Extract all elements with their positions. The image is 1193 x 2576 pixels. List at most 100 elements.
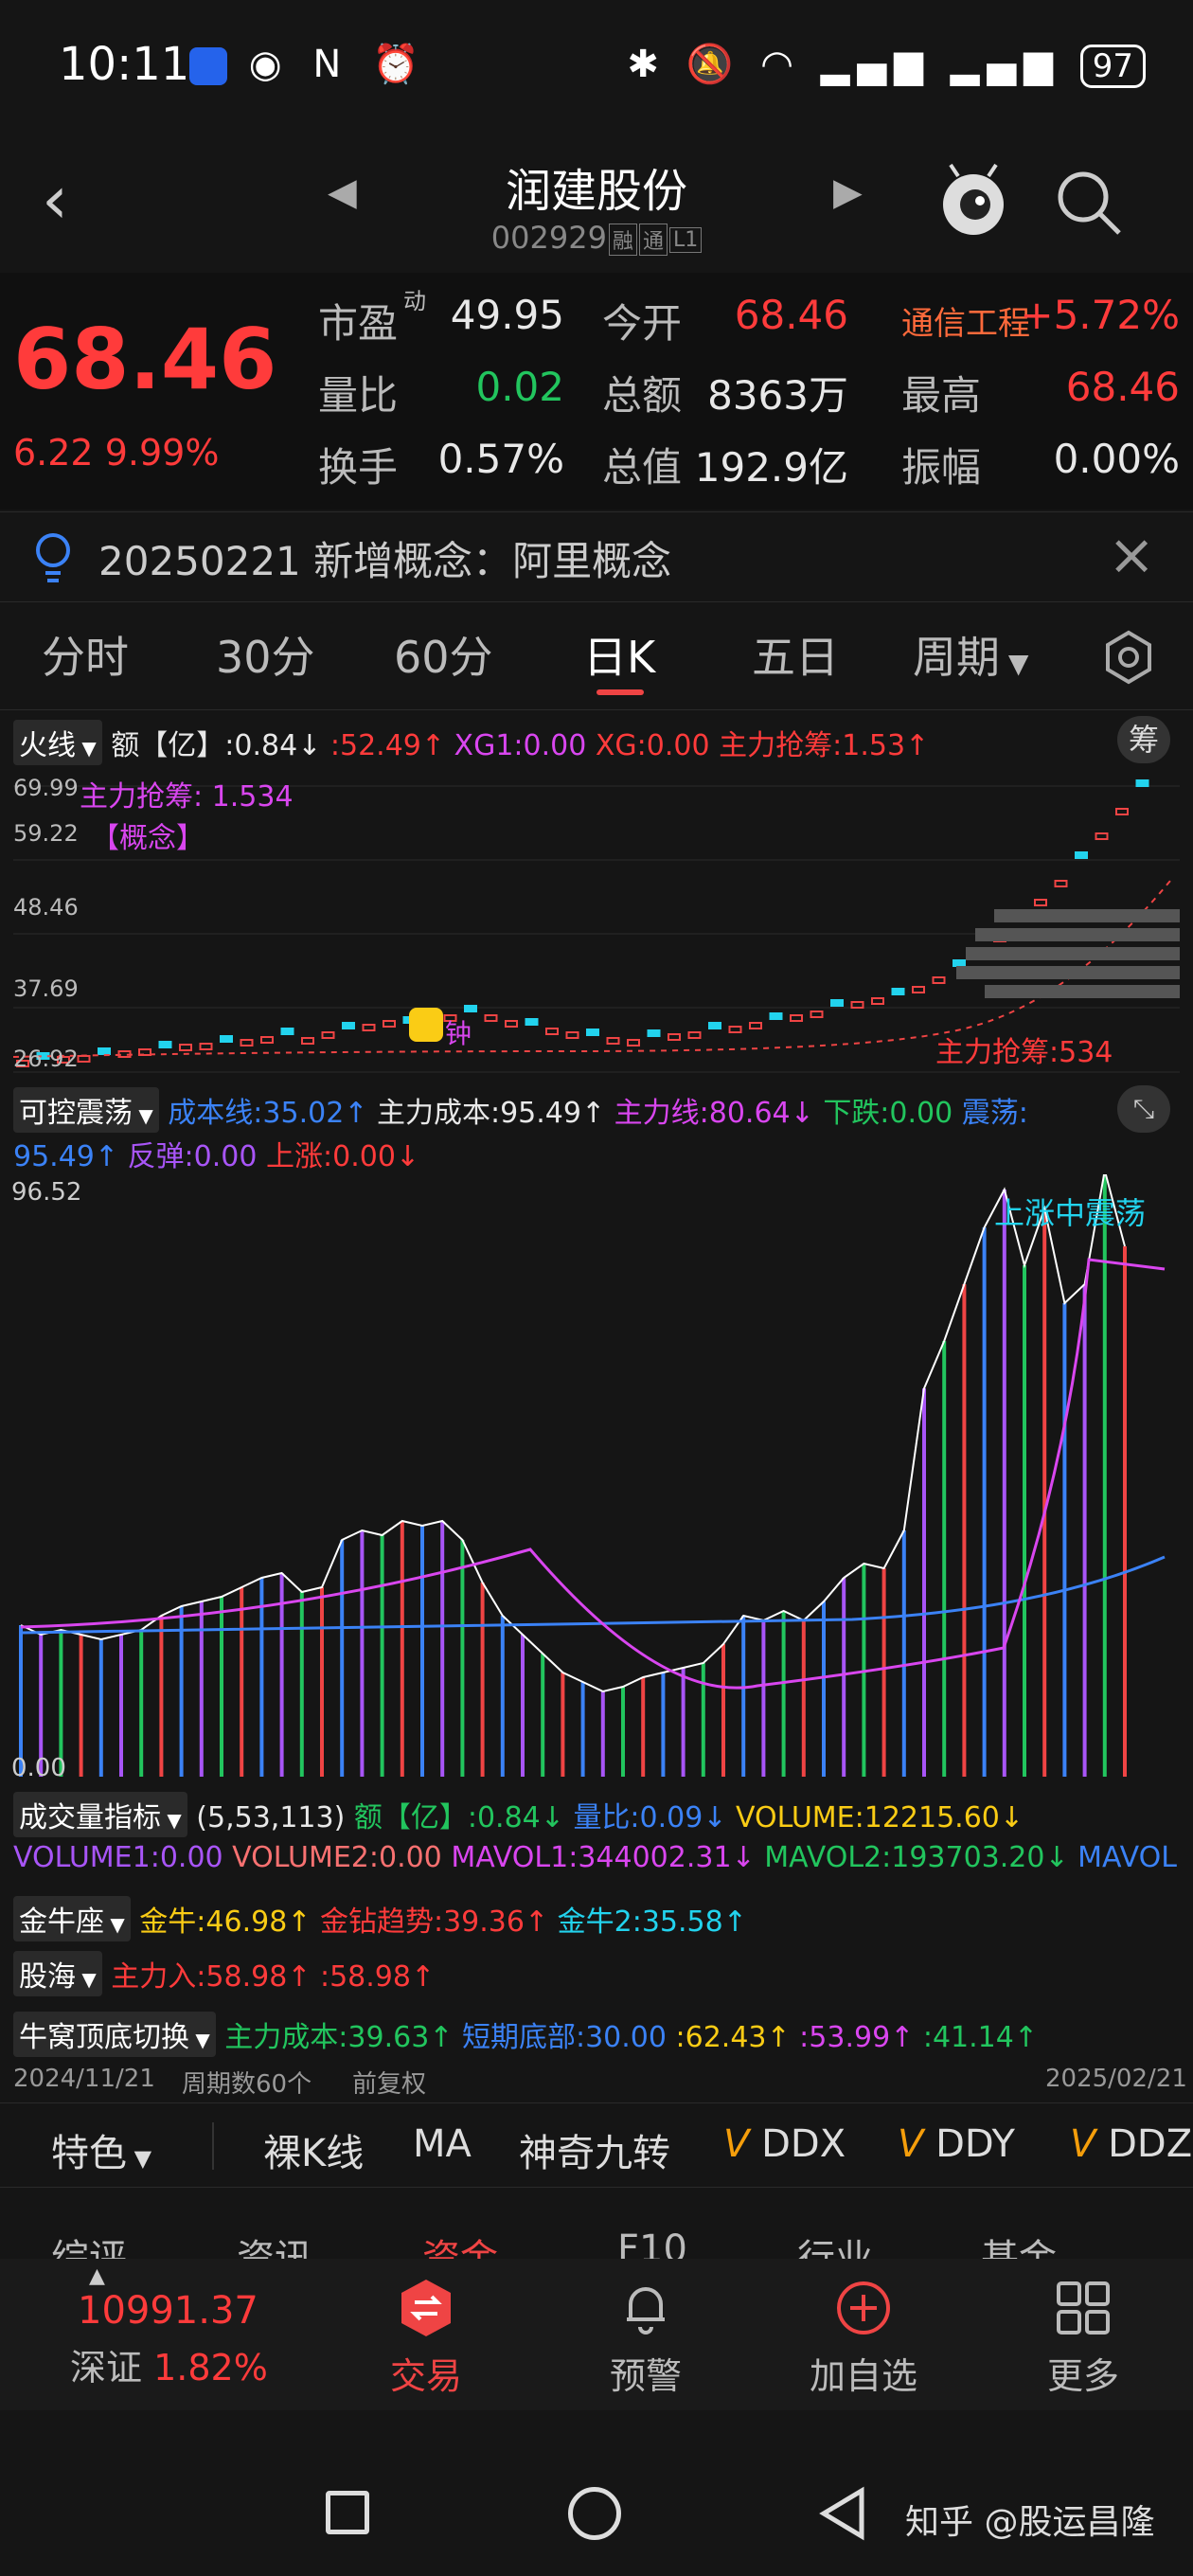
- jinniu-indicator-select[interactable]: 金牛座 ▼: [13, 1896, 131, 1941]
- legend-value: 主力成本:95.49↑: [376, 1097, 614, 1130]
- tab-minute[interactable]: 分时: [42, 623, 129, 686]
- notification-glyphs: ◉ N ⏰: [248, 43, 429, 86]
- candle: [953, 959, 966, 967]
- candle: [464, 1005, 477, 1012]
- nav-trade-label: 交易: [389, 2355, 462, 2397]
- quote-value: 0.02: [475, 364, 564, 410]
- feature-ddx[interactable]: V DDX: [723, 2122, 846, 2166]
- legend-value: 95.49↑: [13, 1140, 128, 1173]
- nav-add-watchlist[interactable]: 加自选: [788, 2278, 939, 2399]
- concept-banner[interactable]: 20250221 新增概念：阿里概念 ×: [0, 511, 1193, 602]
- legend-value: MAVOL2:193703.20↓: [764, 1841, 1078, 1874]
- kline-annot-bottom: 主力抢筹:534: [935, 1036, 1113, 1069]
- tab-60min[interactable]: 60分: [394, 623, 493, 686]
- settings-icon[interactable]: [1100, 629, 1157, 686]
- osc-ymin: 0.00: [11, 1754, 66, 1782]
- legend-value: MAVOL: [1077, 1841, 1177, 1874]
- guhai-indicator-name: 股海: [19, 1960, 76, 1994]
- section-tab-news[interactable]: 资讯: [237, 2227, 312, 2259]
- last-price: 68.46: [13, 311, 277, 408]
- kline-ytick: 37.69: [13, 975, 79, 1002]
- search-icon[interactable]: [1053, 167, 1125, 239]
- jinniu-indicator-name: 金牛座: [19, 1905, 104, 1939]
- quote-label: 振幅: [901, 444, 982, 491]
- v-mark: V: [1070, 2122, 1096, 2166]
- niuwo-indicator-select[interactable]: 牛窝顶底切换 ▼: [13, 2012, 216, 2057]
- period-count: 周期数60个: [182, 2070, 312, 2099]
- tag-margin: 融: [608, 224, 637, 256]
- section-tab-f10[interactable]: F10: [617, 2227, 687, 2259]
- candle: [850, 1001, 864, 1009]
- mascot-icon[interactable]: [937, 163, 1009, 239]
- feature-select[interactable]: 特色 ▼: [51, 2122, 151, 2177]
- vol-indicator-select[interactable]: 成交量指标 ▼: [13, 1792, 187, 1837]
- candle: [220, 1035, 233, 1043]
- recents-icon[interactable]: [326, 2491, 369, 2534]
- tab-period[interactable]: 周期 ▼: [913, 623, 1028, 686]
- tab-five-day[interactable]: 五日: [752, 623, 839, 686]
- expand-icon[interactable]: ⤡: [1117, 1085, 1170, 1133]
- feature-magic-nine[interactable]: 神奇九转: [519, 2122, 670, 2177]
- legend-value: VOLUME:12215.60↓: [736, 1801, 1024, 1834]
- nav-trade[interactable]: 交易: [350, 2278, 502, 2399]
- nav-alert-label: 预警: [609, 2355, 682, 2397]
- quote-panel: 68.46 6.22 9.99% 市盈动 49.95 今开 68.46 通信工程 +5.7…: [0, 273, 1193, 510]
- feature-ddy[interactable]: V DDY: [898, 2122, 1015, 2166]
- candle: [158, 1041, 172, 1048]
- nav-more[interactable]: 更多: [1007, 2278, 1159, 2399]
- kline-annot-main: 主力抢筹: 1.534: [80, 780, 294, 814]
- chip-distribution-button[interactable]: 筹: [1117, 716, 1170, 763]
- quote-value: 49.95: [450, 292, 564, 338]
- chevron-up-icon[interactable]: ▲: [89, 2264, 105, 2288]
- legend-value: XG:0.00: [595, 729, 720, 762]
- legend-value: :41.14↑: [922, 2021, 1038, 2054]
- v-mark: V: [898, 2122, 924, 2166]
- osc-legend-line1: 可控震荡 ▼ 成本线:35.02↑ 主力成本:95.49↑ 主力线:80.64↓…: [13, 1087, 1028, 1133]
- feature-ddz[interactable]: V DDZ: [1070, 2122, 1193, 2166]
- kline-ytick: 69.99: [13, 775, 79, 801]
- nav-alert[interactable]: 预警: [570, 2278, 721, 2399]
- index-value[interactable]: 10991.37: [78, 2289, 258, 2333]
- index-name-pct[interactable]: 深证 1.82%: [70, 2338, 268, 2390]
- oscillator-chart[interactable]: [0, 1174, 1193, 1780]
- close-icon[interactable]: ×: [1108, 522, 1155, 588]
- section-tab-fund[interactable]: 基金: [981, 2227, 1057, 2259]
- index-pct: 1.82%: [153, 2347, 268, 2388]
- legend-value: 金钻趋势:39.36↑: [319, 1905, 558, 1939]
- back-nav-icon[interactable]: [816, 2485, 869, 2542]
- candle: [321, 1031, 335, 1039]
- candle: [260, 1036, 274, 1044]
- guhai-indicator-select[interactable]: 股海 ▼: [13, 1951, 102, 1996]
- quote-label: 通信工程: [901, 305, 1030, 343]
- feature-bar: 特色 ▼ 裸K线 MA 神奇九转 V DDX V DDY V DDZ: [0, 2102, 1193, 2188]
- next-stock-icon[interactable]: ▶: [833, 170, 863, 214]
- section-tab-funds[interactable]: 资金: [422, 2227, 498, 2259]
- feature-naked-k[interactable]: 裸K线: [263, 2122, 364, 2177]
- legend-value: VOLUME1:0.00: [13, 1841, 233, 1874]
- system-nav: 知乎 @股运昌隆: [0, 2424, 1193, 2576]
- legend-value: :53.99↑: [799, 2021, 923, 2054]
- tab-daily-k[interactable]: 日K: [583, 623, 655, 686]
- quote-label: 量比: [318, 372, 399, 419]
- legend-value: 金牛:46.98↑: [139, 1905, 320, 1939]
- kline-ytick: 59.22: [13, 820, 79, 847]
- section-tab-industry[interactable]: 行业: [797, 2227, 873, 2259]
- kline-bell-label: 钟: [445, 1018, 472, 1049]
- tab-30min[interactable]: 30分: [216, 623, 315, 686]
- section-tab-overview[interactable]: 综评: [51, 2227, 127, 2259]
- candle: [790, 1014, 803, 1022]
- osc-legend-values: 成本线:35.02↑ 主力成本:95.49↑ 主力线:80.64↓ 下跌:0.0…: [168, 1097, 1028, 1130]
- legend-value: :62.43↑: [675, 2021, 800, 2054]
- quote-label-sup: 动: [403, 288, 426, 314]
- stock-code-text: 002929: [490, 220, 607, 256]
- niuwo-legend: 牛窝顶底切换 ▼ 主力成本:39.63↑ 短期底部:30.00 :62.43↑ …: [13, 2012, 1038, 2057]
- candle: [668, 1033, 681, 1041]
- home-icon[interactable]: [568, 2487, 621, 2540]
- candle: [687, 1031, 702, 1039]
- legend-value: 上涨:0.00↓: [266, 1140, 420, 1173]
- legend-value: 量比:0.09↓: [573, 1801, 737, 1834]
- feature-ma[interactable]: MA: [413, 2122, 472, 2166]
- kline-indicator-select[interactable]: 火线 ▼: [13, 720, 102, 765]
- quote-label: 换手: [318, 444, 399, 491]
- osc-indicator-select[interactable]: 可控震荡 ▼: [13, 1087, 159, 1133]
